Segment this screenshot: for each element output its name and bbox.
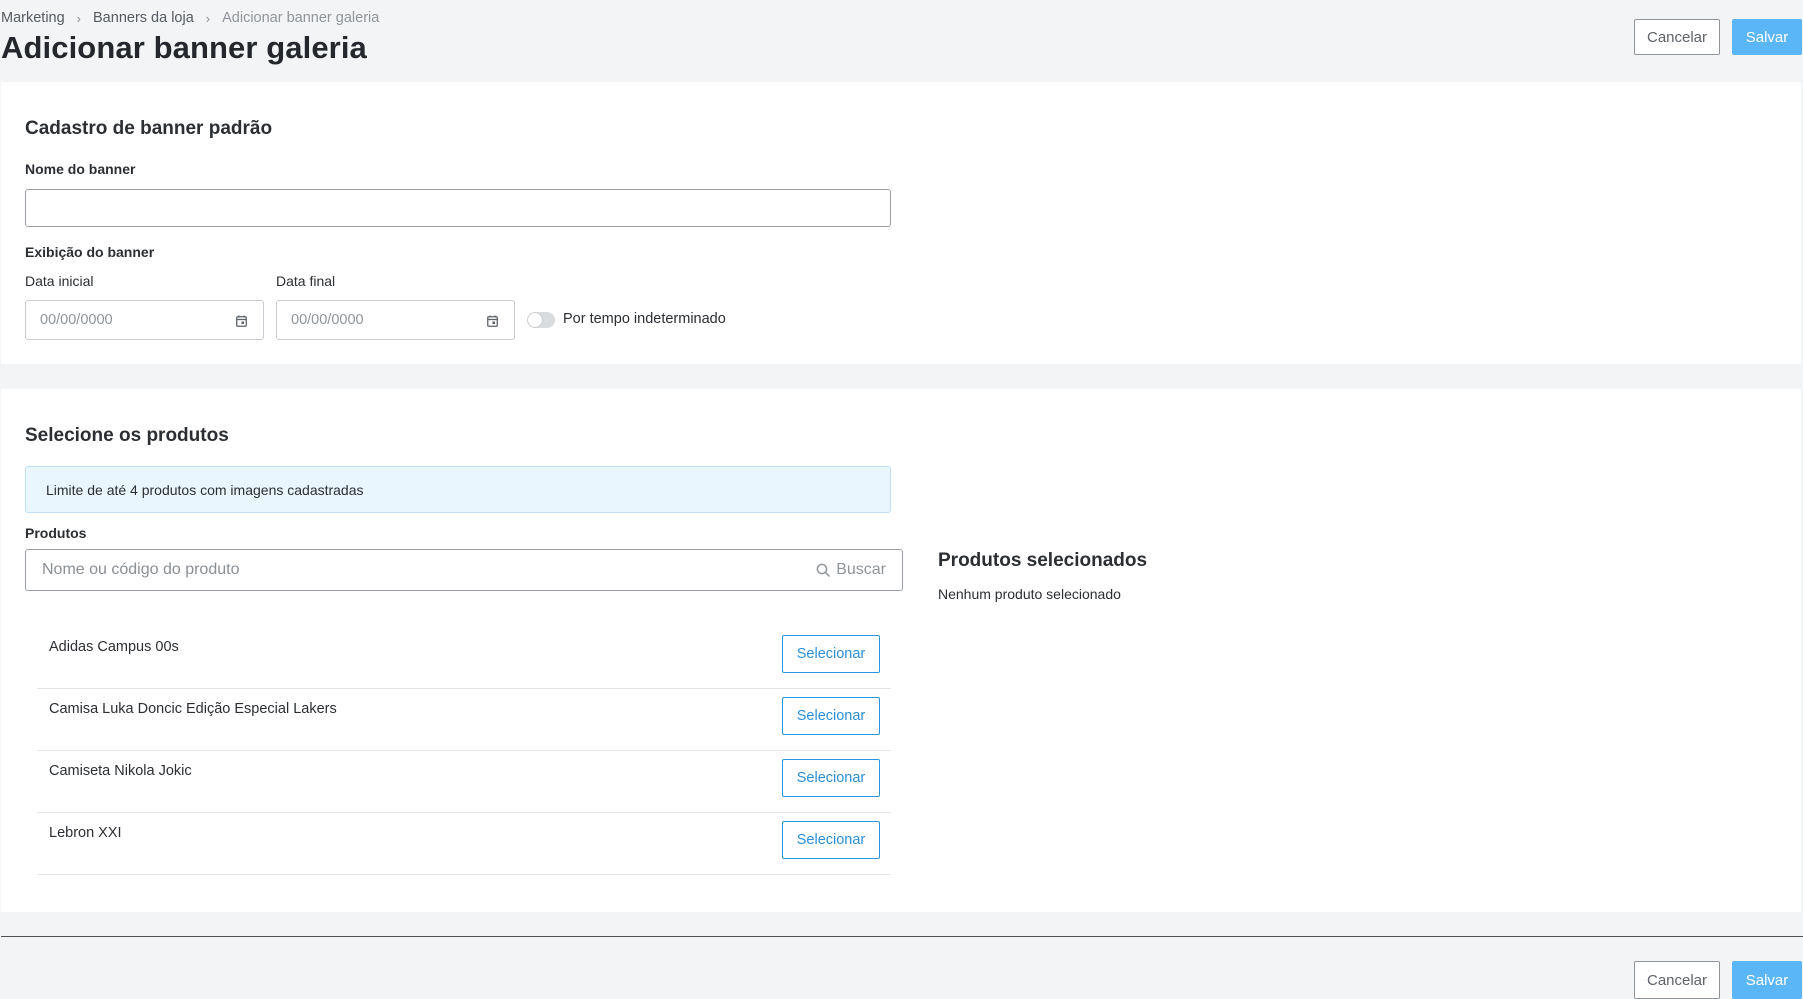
search-button[interactable]: Buscar [816,561,886,579]
calendar-icon[interactable] [487,314,498,327]
product-name: Adidas Campus 00s [49,639,179,655]
banner-name-input[interactable] [25,189,891,227]
toggle-knob [528,313,542,327]
product-name: Camiseta Nikola Jokic [49,763,192,779]
product-search-placeholder: Nome ou código do produto [42,561,240,578]
breadcrumb-item-current: Adicionar banner galeria [222,10,380,26]
select-product-button[interactable]: Selecionar [782,821,880,859]
banner-form-title: Cadastro de banner padrão [25,118,273,139]
banner-name-label: Nome do banner [25,161,136,177]
product-row: Camisa Luka Doncic Edição Especial Laker… [37,689,891,751]
cancel-button-top[interactable]: Cancelar [1634,19,1720,55]
product-row: Camiseta Nikola Jokic Selecionar [37,751,891,813]
chevron-right-icon: › [205,10,211,26]
products-limit-text: Limite de até 4 produtos com imagens cad… [46,481,364,498]
footer-divider [1,936,1803,937]
breadcrumb-item-marketing[interactable]: Marketing [1,10,65,26]
save-button-bottom[interactable]: Salvar [1732,961,1802,999]
banner-display-label: Exibição do banner [25,244,155,260]
start-date-placeholder: 00/00/0000 [40,312,113,328]
end-date-input[interactable]: 00/00/0000 [276,300,515,340]
start-date-input[interactable]: 00/00/0000 [25,300,264,340]
end-date-placeholder: 00/00/0000 [291,312,364,328]
search-icon [816,563,830,577]
products-label: Produtos [25,525,87,541]
chevron-right-icon: › [76,10,82,26]
product-list: Adidas Campus 00s Selecionar Camisa Luka… [37,627,891,875]
product-name: Camisa Luka Doncic Edição Especial Laker… [49,701,337,717]
selected-products-empty: Nenhum produto selecionado [938,586,1121,602]
calendar-icon[interactable] [236,314,247,327]
breadcrumb: Marketing › Banners da loja › Adicionar … [1,10,379,26]
save-button-top[interactable]: Salvar [1732,19,1802,55]
select-product-button[interactable]: Selecionar [782,635,880,673]
product-row: Lebron XXI Selecionar [37,813,891,875]
products-card: Selecione os produtos Limite de até 4 pr… [1,389,1801,912]
start-date-label: Data inicial [25,273,94,289]
breadcrumb-item-banners[interactable]: Banners da loja [93,10,194,26]
end-date-label: Data final [276,273,336,289]
banner-form-card: Cadastro de banner padrão Nome do banner… [1,82,1801,364]
select-product-button[interactable]: Selecionar [782,759,880,797]
product-search-input[interactable]: Nome ou código do produto Buscar [25,549,903,591]
product-row: Adidas Campus 00s Selecionar [37,627,891,689]
search-button-label: Buscar [836,561,886,578]
product-name: Lebron XXI [49,825,122,841]
select-product-button[interactable]: Selecionar [782,697,880,735]
indefinite-label: Por tempo indeterminado [563,311,726,327]
indefinite-toggle[interactable] [527,312,555,328]
products-title: Selecione os produtos [25,425,229,446]
page-title: Adicionar banner galeria [1,30,367,65]
products-limit-info: Limite de até 4 produtos com imagens cad… [25,466,891,513]
selected-products-title: Produtos selecionados [938,550,1148,571]
cancel-button-bottom[interactable]: Cancelar [1634,961,1720,999]
